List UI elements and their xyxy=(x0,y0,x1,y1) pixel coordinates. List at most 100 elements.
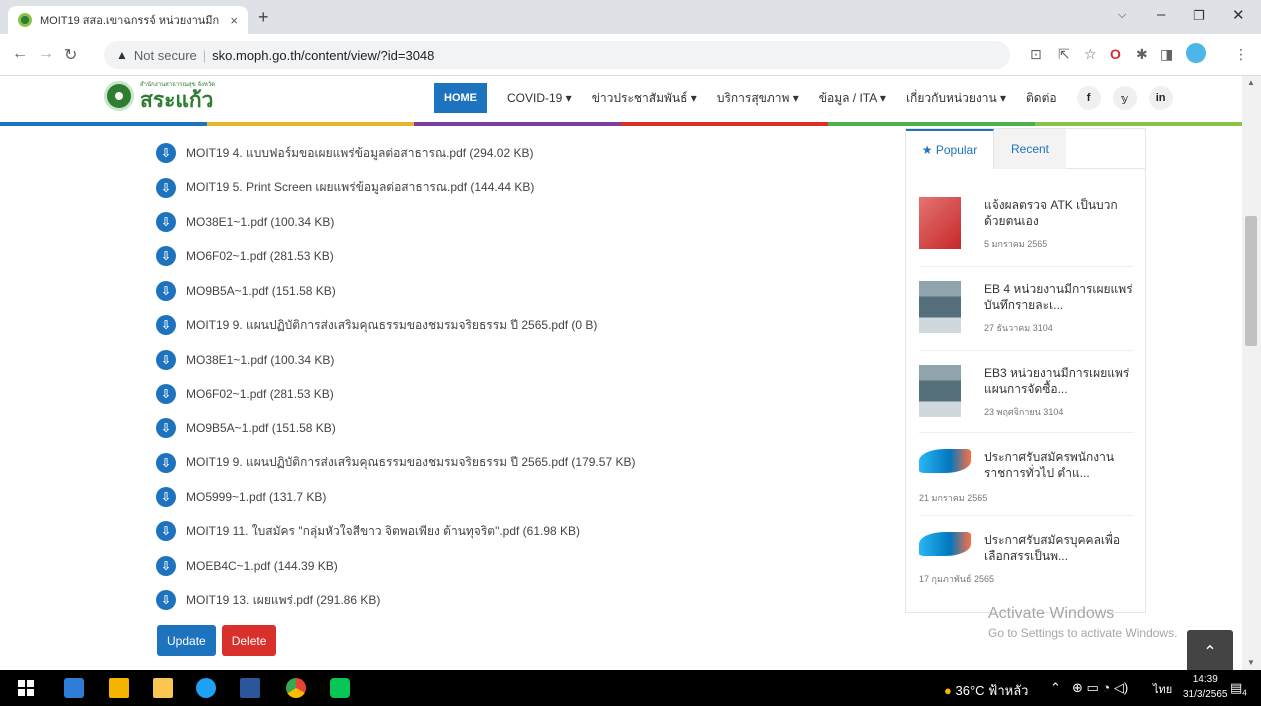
post-thumbnail[interactable] xyxy=(919,281,961,333)
nav-health-services[interactable]: บริการสุขภาพ ▾ xyxy=(717,89,799,108)
share-icon[interactable]: ⇱ xyxy=(1058,46,1070,63)
download-icon[interactable]: ⇩ xyxy=(156,487,176,508)
file-row[interactable]: ⇩ MOIT19 4. แบบฟอร์มขอเผยแพร่ข้อมูลต่อสาธ… xyxy=(156,136,876,170)
download-icon[interactable]: ⇩ xyxy=(156,555,176,576)
linkedin-icon[interactable]: in xyxy=(1148,86,1173,110)
post-title[interactable]: ประกาศรับสมัครบุคคลเพื่อเลือกสรรเป็นพ... xyxy=(984,532,1134,564)
file-name[interactable]: MOIT19 4. แบบฟอร์มขอเผยแพร่ข้อมูลต่อสาธา… xyxy=(186,144,533,163)
taskbar-clock[interactable]: 14:39 31/3/2565 xyxy=(1183,672,1228,702)
close-tab-icon[interactable]: × xyxy=(230,13,238,28)
url-text[interactable]: sko.moph.go.th/content/view/?id=3048 xyxy=(212,48,434,63)
file-name[interactable]: MO38E1~1.pdf (100.34 KB) xyxy=(186,353,334,367)
file-name[interactable]: MOIT19 9. แผนปฏิบัติการส่งเสริมคุณธรรมขอ… xyxy=(186,316,597,335)
tab-search-icon[interactable]: ⌵ xyxy=(1118,9,1126,22)
side-panel-icon[interactable]: ◨ xyxy=(1160,46,1173,63)
twitter-icon[interactable]: 𝕪 xyxy=(1112,86,1137,110)
word-icon[interactable] xyxy=(240,678,260,698)
minimize-button[interactable]: – xyxy=(1157,6,1165,23)
back-to-top-button[interactable]: ⌃ xyxy=(1187,630,1233,674)
download-icon[interactable]: ⇩ xyxy=(156,246,176,267)
download-icon[interactable]: ⇩ xyxy=(156,177,176,198)
download-icon[interactable]: ⇩ xyxy=(156,590,176,611)
bookmark-star-icon[interactable]: ☆ xyxy=(1084,46,1097,63)
edge-browser-icon[interactable] xyxy=(196,678,216,698)
notifications-icon[interactable]: ▤4 xyxy=(1230,680,1247,698)
tab-recent[interactable]: Recent xyxy=(994,129,1066,169)
update-button[interactable]: Update xyxy=(157,625,216,656)
file-name[interactable]: MOEB4C~1.pdf (144.39 KB) xyxy=(186,559,338,573)
post-thumbnail[interactable] xyxy=(919,365,961,417)
line-app-icon[interactable] xyxy=(330,678,350,698)
file-row[interactable]: ⇩ MOIT19 13. เผยแพร่.pdf (291.86 KB) xyxy=(156,583,876,617)
file-row[interactable]: ⇩ MOIT19 11. ใบสมัคร "กลุ่มหัวใจสีขาว จิต… xyxy=(156,514,876,548)
chrome-icon[interactable] xyxy=(286,678,306,698)
file-name[interactable]: MOIT19 9. แผนปฏิบัติการส่งเสริมคุณธรรมขอ… xyxy=(186,453,635,472)
file-row[interactable]: ⇩ MO9B5A~1.pdf (151.58 KB) xyxy=(156,411,876,445)
post-title[interactable]: แจ้งผลตรวจ ATK เป็นบวก ด้วยตนเอง xyxy=(984,197,1134,229)
file-name[interactable]: MOIT19 13. เผยแพร่.pdf (291.86 KB) xyxy=(186,591,380,610)
not-secure-label[interactable]: Not secure xyxy=(134,48,197,63)
nav-news[interactable]: ข่าวประชาสัมพันธ์ ▾ xyxy=(592,89,697,108)
extensions-puzzle-icon[interactable]: ✱ xyxy=(1136,46,1148,63)
translate-icon[interactable]: ⊡ xyxy=(1030,46,1042,63)
browser-tab[interactable]: MOIT19 สสอ.เขาฉกรรจ์ หน่วยงานมีก × xyxy=(8,6,248,34)
file-name[interactable]: MOIT19 11. ใบสมัคร "กลุ่มหัวใจสีขาว จิตพ… xyxy=(186,522,580,541)
scroll-down-arrow-icon[interactable]: ▼ xyxy=(1247,658,1255,667)
page-scrollbar[interactable]: ▲ ▼ xyxy=(1242,76,1261,670)
download-icon[interactable]: ⇩ xyxy=(156,383,176,404)
address-bar[interactable]: ▲ Not secure | sko.moph.go.th/content/vi… xyxy=(104,41,1010,69)
file-row[interactable]: ⇩ MOIT19 9. แผนปฏิบัติการส่งเสริมคุณธรรมข… xyxy=(156,446,876,480)
scroll-thumb[interactable] xyxy=(1245,216,1257,346)
download-icon[interactable]: ⇩ xyxy=(156,280,176,301)
restore-button[interactable]: ❐ xyxy=(1193,8,1205,24)
file-row[interactable]: ⇩ MO6F02~1.pdf (281.53 KB) xyxy=(156,377,876,411)
download-icon[interactable]: ⇩ xyxy=(156,315,176,336)
download-icon[interactable]: ⇩ xyxy=(156,143,176,164)
file-name[interactable]: MO38E1~1.pdf (100.34 KB) xyxy=(186,215,334,229)
download-icon[interactable]: ⇩ xyxy=(156,452,176,473)
file-explorer-icon[interactable] xyxy=(153,678,173,698)
post-thumbnail[interactable] xyxy=(919,197,961,249)
download-icon[interactable]: ⇩ xyxy=(156,418,176,439)
file-row[interactable]: ⇩ MO9B5A~1.pdf (151.58 KB) xyxy=(156,274,876,308)
file-row[interactable]: ⇩ MO38E1~1.pdf (100.34 KB) xyxy=(156,342,876,376)
download-icon[interactable]: ⇩ xyxy=(156,521,176,542)
warning-triangle-icon[interactable]: ▲ xyxy=(116,48,128,62)
post-title[interactable]: ประกาศรับสมัครพนักงานราชการทั่วไป ตำแ... xyxy=(984,449,1134,481)
nav-covid19[interactable]: COVID-19 ▾ xyxy=(507,91,572,105)
nav-home[interactable]: HOME xyxy=(434,83,487,113)
delete-button[interactable]: Delete xyxy=(221,625,277,656)
browser-menu-icon[interactable]: ⋮ xyxy=(1234,46,1248,63)
file-name[interactable]: MO5999~1.pdf (131.7 KB) xyxy=(186,490,326,504)
task-view-icon[interactable] xyxy=(64,678,84,698)
start-windows-icon[interactable] xyxy=(18,680,34,696)
file-name[interactable]: MO9B5A~1.pdf (151.58 KB) xyxy=(186,421,336,435)
facebook-icon[interactable]: f xyxy=(1076,86,1101,110)
nav-data-ita[interactable]: ข้อมูล / ITA ▾ xyxy=(819,89,886,108)
file-row[interactable]: ⇩ MO6F02~1.pdf (281.53 KB) xyxy=(156,239,876,273)
reload-icon[interactable]: ↻ xyxy=(64,45,77,65)
file-name[interactable]: MOIT19 5. Print Screen เผยแพร่ข้อมูลต่อส… xyxy=(186,178,534,197)
show-hidden-icons-icon[interactable]: ⌃ xyxy=(1050,680,1061,696)
store-icon[interactable] xyxy=(109,678,129,698)
scroll-up-arrow-icon[interactable]: ▲ xyxy=(1247,78,1255,87)
file-row[interactable]: ⇩ MOIT19 9. แผนปฏิบัติการส่งเสริมคุณธรรมข… xyxy=(156,308,876,342)
download-icon[interactable]: ⇩ xyxy=(156,211,176,232)
input-language[interactable]: ไทย xyxy=(1153,680,1172,698)
system-tray-icons[interactable]: ⊕ ▭ ◔ ◁) xyxy=(1072,680,1128,696)
file-row[interactable]: ⇩ MOEB4C~1.pdf (144.39 KB) xyxy=(156,549,876,583)
file-row[interactable]: ⇩ MO38E1~1.pdf (100.34 KB) xyxy=(156,205,876,239)
site-logo[interactable]: สำนักงานสาธารณสุข จังหวัด สระแก้ว xyxy=(104,81,215,111)
profile-avatar-icon[interactable] xyxy=(1186,43,1206,63)
close-window-button[interactable]: ✕ xyxy=(1232,6,1245,24)
weather-widget[interactable]: ● 36°C ฟ้าหลัว xyxy=(944,680,1028,701)
post-title[interactable]: EB3 หน่วยงานมีการเผยแพร่แผนการจัดซื้อ... xyxy=(984,365,1134,397)
forward-arrow-icon[interactable]: → xyxy=(38,45,54,63)
nav-about[interactable]: เกี่ยวกับหน่วยงาน ▾ xyxy=(906,89,1006,108)
file-row[interactable]: ⇩ MO5999~1.pdf (131.7 KB) xyxy=(156,480,876,514)
file-name[interactable]: MO6F02~1.pdf (281.53 KB) xyxy=(186,249,334,263)
post-title[interactable]: EB 4 หน่วยงานมีการเผยแพร่บันทึกรายละเ... xyxy=(984,281,1134,313)
download-icon[interactable]: ⇩ xyxy=(156,349,176,370)
post-thumbnail[interactable] xyxy=(919,532,971,556)
new-tab-button[interactable]: + xyxy=(258,7,269,28)
